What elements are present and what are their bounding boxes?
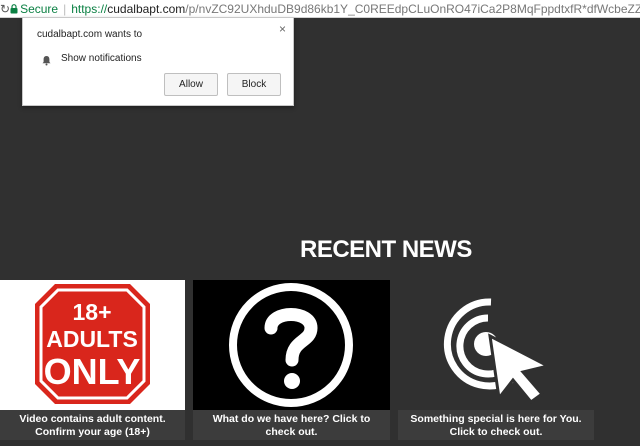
news-card-special[interactable]: Something special is here for You. Click… bbox=[398, 280, 594, 440]
caption-line: Confirm your age (18+) bbox=[35, 426, 150, 438]
address-bar[interactable]: ↻ Secure | https://cudalbapt.com/p/nvZC9… bbox=[0, 0, 640, 18]
card-caption[interactable]: What do we have here? Click to check out… bbox=[193, 410, 390, 440]
caption-line: Video contains adult content. bbox=[19, 413, 166, 425]
popup-title: cudalbapt.com wants to bbox=[37, 29, 143, 40]
news-card-adult[interactable]: 18+ ADULTS ONLY Video contains adult con… bbox=[0, 280, 185, 440]
caption-line: check out. bbox=[265, 426, 318, 438]
question-thumbnail[interactable] bbox=[193, 280, 390, 410]
close-icon[interactable]: × bbox=[279, 22, 286, 36]
adults-only-thumbnail[interactable]: 18+ ADULTS ONLY bbox=[0, 280, 185, 410]
bell-icon bbox=[41, 53, 52, 71]
question-mark-icon bbox=[229, 283, 353, 407]
badge-adults: ADULTS bbox=[46, 326, 138, 352]
permission-label: Show notifications bbox=[61, 53, 142, 64]
card-caption[interactable]: Something special is here for You. Click… bbox=[398, 410, 594, 440]
badge-only: ONLY bbox=[44, 351, 141, 392]
caption-line: Click to check out. bbox=[449, 426, 543, 438]
news-card-question[interactable]: What do we have here? Click to check out… bbox=[193, 280, 390, 440]
url-host[interactable]: cudalbapt.com bbox=[107, 2, 185, 16]
address-separator: | bbox=[63, 1, 67, 16]
card-caption[interactable]: Video contains adult content. Confirm yo… bbox=[0, 410, 185, 440]
allow-button[interactable]: Allow bbox=[164, 73, 218, 96]
reload-icon[interactable]: ↻ bbox=[0, 2, 10, 16]
page-heading: RECENT NEWS bbox=[300, 236, 472, 263]
cursor-target-thumbnail[interactable] bbox=[398, 280, 594, 410]
badge-18-plus: 18+ bbox=[72, 299, 111, 325]
url-path[interactable]: /p/nvZC92UXhduDB9d86kb1Y_C0REEdpCLuOnRO4… bbox=[185, 2, 640, 16]
cursor-target-icon bbox=[443, 298, 553, 405]
block-button[interactable]: Block bbox=[227, 73, 281, 96]
url-scheme[interactable]: https:// bbox=[71, 2, 107, 16]
secure-label[interactable]: Secure bbox=[20, 2, 58, 16]
caption-line: What do we have here? Click to bbox=[212, 413, 371, 425]
caption-line: Something special is here for You. bbox=[410, 413, 582, 425]
adults-only-sign-icon: 18+ ADULTS ONLY bbox=[35, 284, 150, 404]
notification-permission-popup: cudalbapt.com wants to × Show notificati… bbox=[22, 17, 294, 106]
lock-icon[interactable] bbox=[10, 3, 18, 14]
